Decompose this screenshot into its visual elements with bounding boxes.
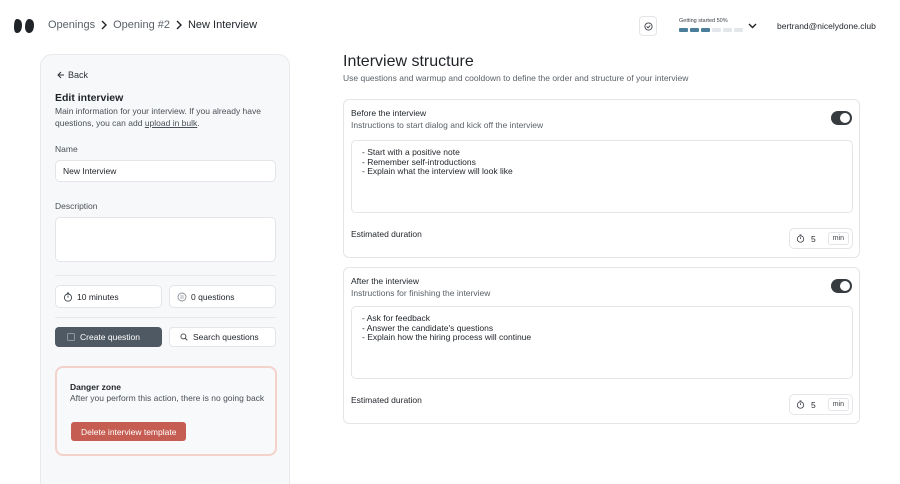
- search-questions-label: Search questions: [193, 332, 259, 342]
- name-label: Name: [55, 144, 78, 154]
- description-input[interactable]: [55, 217, 276, 262]
- instruction-line: - Explain how the hiring process will co…: [362, 332, 532, 342]
- section-title: After the interview: [351, 276, 420, 286]
- stopwatch-icon: [63, 292, 73, 302]
- progress-label: Getting started 50%: [679, 18, 728, 24]
- danger-zone: Danger zone After you perform this actio…: [55, 366, 277, 456]
- estimated-duration-label: Estimated duration: [351, 395, 422, 405]
- chevron-down-icon[interactable]: [748, 22, 757, 30]
- before-interview-card: Before the interview Instructions to sta…: [343, 99, 860, 258]
- duration-value: 5: [811, 399, 816, 410]
- after-interview-card: After the interview Instructions for fin…: [343, 267, 860, 424]
- divider: [55, 275, 276, 276]
- questions-stat: 0 questions: [169, 285, 276, 308]
- search-icon: [180, 333, 188, 341]
- plus-square-icon: [67, 333, 75, 341]
- stopwatch-icon: [796, 234, 805, 243]
- duration-stat: 10 minutes: [55, 285, 162, 308]
- chevron-right-icon: [101, 20, 108, 30]
- stopwatch-icon: [796, 400, 805, 409]
- user-email[interactable]: bertrand@nicelydone.club: [777, 21, 876, 31]
- breadcrumb: Openings Opening #2 New Interview: [48, 19, 257, 31]
- danger-zone-title: Danger zone: [70, 382, 122, 392]
- list-circle-icon: [177, 292, 187, 301]
- duration-input[interactable]: 5 min: [789, 394, 853, 415]
- questions-stat-label: 0 questions: [191, 291, 235, 302]
- description-label: Description: [55, 201, 98, 211]
- danger-zone-description: After you perform this action, there is …: [70, 393, 265, 403]
- progress-segment: [723, 28, 732, 32]
- estimated-duration-label: Estimated duration: [351, 229, 422, 239]
- top-bar: Openings Opening #2 New Interview Gettin…: [0, 0, 900, 52]
- duration-stat-label: 10 minutes: [77, 291, 119, 302]
- back-link[interactable]: Back: [57, 70, 88, 80]
- back-label: Back: [68, 70, 89, 80]
- section-subtitle: Instructions for finishing the interview: [351, 288, 491, 298]
- description-suffix: .: [197, 118, 200, 128]
- progress-segment: [734, 28, 743, 32]
- check-circle-icon: [643, 21, 653, 31]
- after-interview-toggle[interactable]: [831, 279, 852, 293]
- duration-unit: min: [827, 398, 849, 411]
- duration-value: 5: [811, 233, 816, 244]
- logo-icon[interactable]: [14, 18, 34, 34]
- search-questions-button[interactable]: Search questions: [169, 327, 276, 347]
- instruction-line: - Explain what the interview will look l…: [362, 166, 513, 176]
- upload-in-bulk-link[interactable]: upload in bulk: [145, 118, 197, 128]
- before-interview-toggle[interactable]: [831, 111, 852, 125]
- divider: [55, 317, 276, 318]
- duration-input[interactable]: 5 min: [789, 228, 853, 249]
- edit-interview-title: Edit interview: [55, 92, 124, 104]
- before-interview-instructions[interactable]: - Start with a positive note - Remember …: [351, 140, 853, 213]
- create-question-label: Create question: [80, 332, 141, 342]
- progress-bars: [679, 28, 743, 32]
- progress-segment: [690, 28, 699, 32]
- section-subtitle: Instructions to start dialog and kick of…: [351, 120, 544, 130]
- progress-segment: [679, 28, 688, 32]
- breadcrumb-opening[interactable]: Opening #2: [113, 19, 170, 31]
- breadcrumb-openings[interactable]: Openings: [48, 19, 95, 31]
- progress-segment: [701, 28, 710, 32]
- status-button[interactable]: [639, 16, 657, 36]
- section-title: Before the interview: [351, 108, 427, 118]
- edit-interview-description: Main information for your interview. If …: [55, 105, 280, 129]
- onboarding-progress[interactable]: Getting started 50%: [679, 18, 743, 32]
- after-interview-instructions[interactable]: - Ask for feedback - Answer the candidat…: [351, 306, 853, 379]
- delete-interview-template-button[interactable]: Delete interview template: [71, 422, 187, 441]
- edit-interview-panel: Back Edit interview Main information for…: [40, 54, 290, 484]
- progress-segment: [712, 28, 721, 32]
- name-input[interactable]: New Interview: [55, 160, 276, 182]
- duration-unit: min: [827, 232, 849, 245]
- create-question-button[interactable]: Create question: [55, 327, 162, 347]
- arrow-left-icon: [57, 71, 64, 79]
- breadcrumb-current: New Interview: [187, 19, 258, 31]
- page-subtitle: Use questions and warmup and cooldown to…: [343, 73, 689, 83]
- chevron-right-icon: [176, 20, 182, 30]
- page-title: Interview structure: [343, 53, 474, 70]
